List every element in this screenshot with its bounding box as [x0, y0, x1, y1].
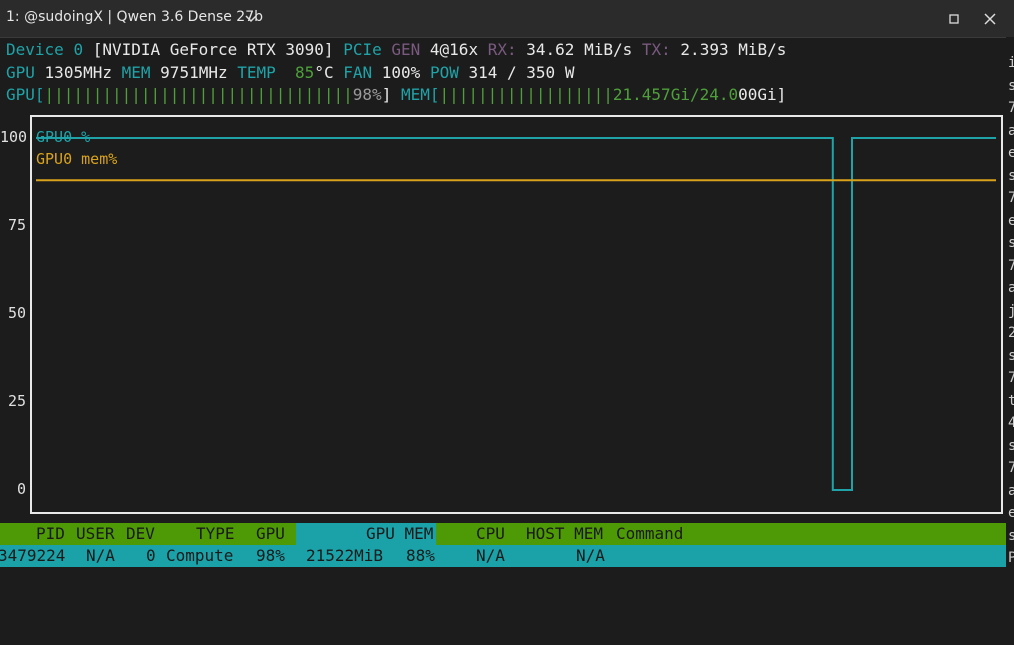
adjacent-pane-edge: is7aes7es7aj2s7t4s7aesP [1006, 37, 1014, 645]
adjacent-pane-glyph: i [1008, 55, 1014, 71]
row-type: Compute [166, 546, 234, 565]
header-host-mem[interactable]: HOST MEM [526, 523, 603, 545]
adjacent-pane-glyph: e [1008, 212, 1014, 229]
adjacent-pane-glyph: 2 [1008, 325, 1014, 341]
header-dev[interactable]: DEV [126, 523, 155, 545]
adjacent-pane-glyph: a [1008, 122, 1014, 139]
adjacent-pane-glyph: 4 [1008, 415, 1014, 431]
adjacent-pane-glyph: s [1008, 167, 1014, 184]
header-cpu[interactable]: CPU [476, 523, 505, 545]
adjacent-pane-glyph: s [1008, 437, 1014, 454]
row-host-mem: N/A [576, 546, 605, 565]
adjacent-pane-glyph: 7 [1008, 190, 1014, 206]
adjacent-pane-glyph: e [1008, 505, 1014, 521]
adjacent-pane-glyph: 7 [1008, 257, 1014, 274]
header-type[interactable]: TYPE [196, 523, 235, 545]
row-dev: 0 [146, 546, 156, 565]
adjacent-pane-glyph: a [1008, 482, 1014, 499]
adjacent-pane-glyph: 7 [1008, 370, 1014, 386]
header-bg-right [436, 523, 1006, 545]
row-gpu: 98% [256, 546, 285, 565]
series-line-0 [36, 137, 996, 491]
row-gpu-mem-pct: 88% [406, 546, 435, 565]
adjacent-pane-glyph: t [1008, 392, 1014, 409]
header-user[interactable]: USER [76, 523, 115, 545]
adjacent-pane-glyph: 7 [1008, 460, 1014, 476]
adjacent-pane-glyph: a [1008, 280, 1014, 296]
header-pid[interactable]: PID [36, 523, 65, 545]
row-user: N/A [86, 546, 115, 565]
adjacent-pane-glyph: j [1008, 302, 1014, 319]
row-gpu-mem: 21522MiB [306, 546, 384, 565]
process-table-header: PID USER DEV TYPE GPU GPU MEM CPU HOST M… [0, 523, 1006, 545]
adjacent-pane-glyph: 7 [1008, 100, 1014, 116]
row-cpu: N/A [476, 546, 505, 565]
header-gpu[interactable]: GPU [256, 523, 285, 545]
adjacent-pane-glyph: s [1008, 235, 1014, 251]
adjacent-pane-glyph: s [1008, 77, 1014, 94]
adjacent-pane-glyph: e [1008, 145, 1014, 161]
adjacent-pane-glyph: s [1008, 347, 1014, 364]
header-command[interactable]: Command [616, 523, 683, 545]
row-pid: 3479224 [0, 546, 66, 565]
header-gpu-mem[interactable]: GPU MEM [366, 523, 433, 545]
adjacent-pane-glyph: P [1008, 550, 1014, 566]
adjacent-pane-glyph: s [1008, 527, 1014, 544]
table-row[interactable]: 3479224 N/A 0 Compute 98% 21522MiB 88% N… [0, 545, 1006, 567]
